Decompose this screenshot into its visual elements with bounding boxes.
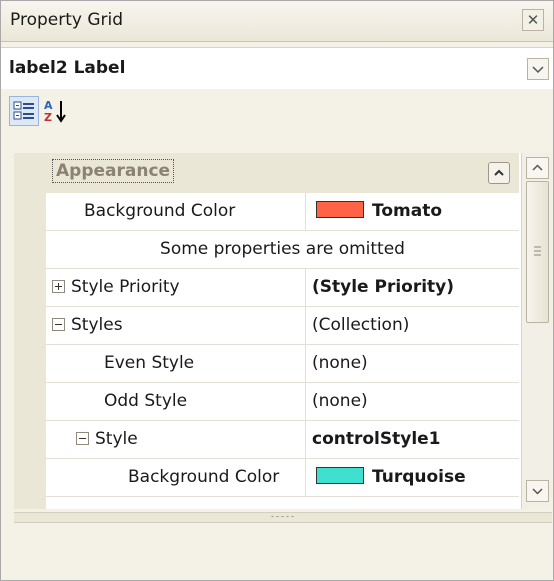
grip-icon (534, 246, 541, 256)
grid-gutter (14, 153, 46, 509)
property-name-cell: Style (46, 421, 306, 458)
panel-title: Property Grid (10, 10, 124, 30)
color-value-text: Turquoise (372, 467, 466, 487)
property-name-cell: Style Priority (46, 269, 306, 306)
property-row-styles[interactable]: Styles (Collection) (46, 307, 519, 345)
splitter-grip-icon (270, 515, 296, 518)
property-name-cell: Styles (46, 307, 306, 344)
color-value-text: Tomato (372, 201, 443, 221)
selected-object: label2 Label (9, 58, 126, 78)
chevron-down-icon (532, 66, 544, 74)
property-list: Appearance Background Color Tomato Some … (14, 153, 552, 509)
color-swatch (316, 201, 364, 218)
vertical-scrollbar[interactable] (521, 153, 552, 509)
property-row-style-background-color[interactable]: Background Color Turquoise (46, 459, 519, 497)
chevron-up-icon (532, 164, 543, 171)
close-icon: ✕ (526, 11, 540, 29)
toolbar: A Z (1, 89, 553, 133)
category-label: Appearance (52, 159, 175, 183)
selector-dropdown-button[interactable] (527, 58, 549, 80)
property-value[interactable]: Tomato (307, 193, 519, 230)
sort-alphabetical-icon: A Z (44, 99, 66, 124)
chevron-up-icon (494, 169, 504, 176)
property-row-style[interactable]: Style controlStyle1 (46, 421, 519, 459)
property-row-even-style[interactable]: Even Style (none) (46, 345, 519, 383)
svg-text:Z: Z (44, 111, 52, 124)
property-name: Background Color (46, 459, 306, 496)
property-row-odd-style[interactable]: Odd Style (none) (46, 383, 519, 421)
property-value[interactable]: (none) (307, 383, 519, 420)
property-name: Styles (71, 315, 123, 335)
color-swatch (316, 467, 364, 484)
collapse-category-button[interactable] (488, 162, 510, 184)
property-name: Background Color (46, 193, 306, 230)
description-splitter[interactable] (14, 512, 552, 523)
property-name: Odd Style (46, 383, 306, 420)
object-selector[interactable]: label2 Label (1, 47, 553, 91)
categorized-icon (13, 101, 34, 120)
category-appearance[interactable]: Appearance (46, 153, 519, 193)
description-pane (14, 524, 552, 575)
omitted-note-row: Some properties are omitted (46, 231, 519, 269)
collapse-icon[interactable] (52, 318, 65, 331)
property-value[interactable]: controlStyle1 (307, 421, 519, 458)
scroll-thumb[interactable] (526, 181, 549, 323)
chevron-down-icon (532, 488, 543, 495)
property-name: Even Style (46, 345, 306, 382)
property-name: Style Priority (71, 277, 180, 297)
categorized-button[interactable] (9, 96, 39, 126)
collapse-icon[interactable] (76, 432, 89, 445)
property-name: Style (95, 429, 138, 449)
alphabetical-button[interactable]: A Z (41, 96, 71, 126)
property-value[interactable]: (Style Priority) (307, 269, 519, 306)
property-value[interactable]: (none) (307, 345, 519, 382)
title-bar: Property Grid ✕ (1, 1, 553, 42)
property-value[interactable]: (Collection) (307, 307, 519, 344)
close-button[interactable]: ✕ (522, 9, 544, 31)
property-value[interactable]: Turquoise (307, 459, 519, 496)
expand-icon[interactable] (52, 280, 65, 293)
property-row-background-color[interactable]: Background Color Tomato (46, 193, 519, 231)
scroll-up-button[interactable] (526, 157, 549, 179)
omitted-note: Some properties are omitted (160, 239, 405, 259)
scroll-down-button[interactable] (526, 480, 549, 502)
property-row-style-priority[interactable]: Style Priority (Style Priority) (46, 269, 519, 307)
